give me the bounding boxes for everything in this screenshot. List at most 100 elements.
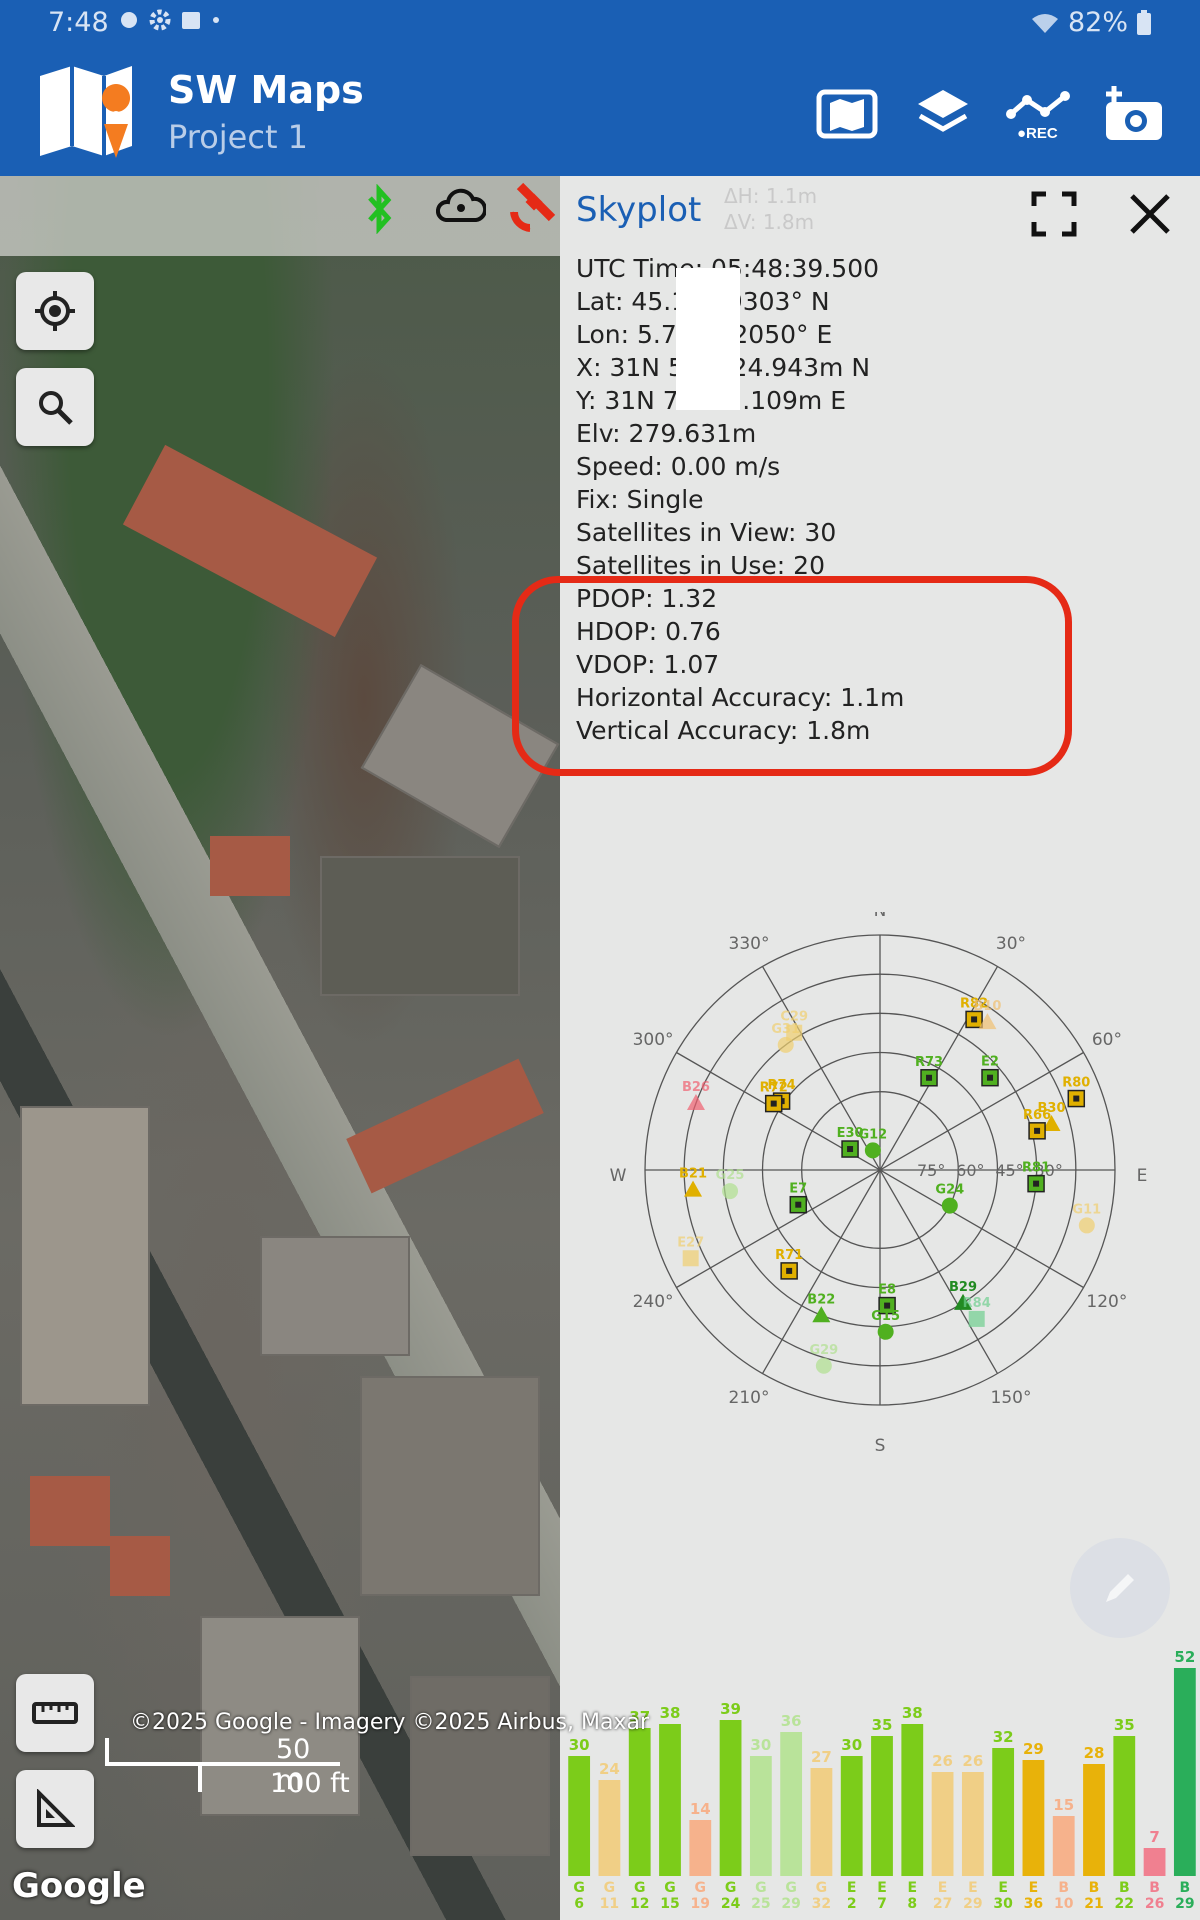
wifi-icon (1031, 13, 1058, 33)
calendar-icon (182, 12, 200, 29)
signal-bar-prn: 29 (1175, 1896, 1194, 1912)
building-roof (30, 1476, 110, 1546)
signal-bar-constellation: G (604, 1880, 616, 1896)
add-photo-button[interactable] (1098, 82, 1168, 146)
satellite-map[interactable]: 50 m 100 ft Google (0, 176, 560, 1920)
status-bar: 7:48 82% (0, 0, 1200, 48)
signal-bar-value: 35 (1114, 1716, 1135, 1734)
signal-bar (749, 1756, 772, 1876)
signal-bar-constellation: G (664, 1880, 676, 1896)
signal-bar-constellation: G (573, 1880, 585, 1896)
signal-bar-prn: 7 (877, 1896, 887, 1912)
signal-bar (810, 1768, 833, 1876)
map-book-icon (816, 89, 878, 139)
signal-bar-prn: 29 (963, 1896, 982, 1912)
signal-bar-e2: 30 E2 (840, 1736, 863, 1912)
signal-bar-b29: 52 B29 (1173, 1648, 1196, 1912)
google-logo: Google (12, 1866, 146, 1906)
signal-bar-prn: 15 (660, 1896, 679, 1912)
signal-bar-prn: 21 (1084, 1896, 1103, 1912)
record-track-button[interactable]: ●REC (1004, 82, 1074, 146)
signal-bar-prn: 30 (993, 1896, 1013, 1912)
signal-bar-b22: 35 B22 (1113, 1716, 1136, 1912)
signal-bar-constellation: G (634, 1880, 646, 1896)
signal-bar-constellation: E (847, 1880, 857, 1896)
signal-bar (1173, 1668, 1196, 1876)
ntrip-cloud-icon[interactable] (436, 186, 486, 226)
signal-bar-g15: 38 G15 (659, 1704, 681, 1912)
crosshair-icon (35, 291, 75, 331)
signal-bar-e30: 32 E30 (992, 1728, 1015, 1912)
notification-icons (118, 8, 222, 32)
settings-icon (149, 9, 171, 31)
layers-button[interactable] (908, 82, 978, 146)
project-name[interactable]: Project 1 (168, 118, 308, 156)
signal-bar-constellation: B (1119, 1880, 1130, 1896)
skyplot-panel: ΔH: 1.1m ΔV: 1.8m Skyplot UTC Time: 05:4… (512, 176, 1200, 1920)
signal-bar-value: 30 (750, 1736, 771, 1754)
dnd-icon (121, 12, 137, 28)
bluetooth-icon[interactable] (364, 184, 394, 234)
signal-bar-constellation: B (1058, 1880, 1069, 1896)
signal-bar-g25: 30 G25 (749, 1736, 772, 1912)
signal-bar (689, 1820, 712, 1876)
signal-bar-prn: 27 (933, 1896, 952, 1912)
svg-text:●REC: ●REC (1017, 125, 1058, 140)
signal-bar-b26: 7 B26 (1143, 1828, 1166, 1912)
signal-bar-prn: 29 (781, 1896, 800, 1912)
measure-length-button[interactable] (16, 1674, 94, 1752)
building (260, 1236, 410, 1356)
signal-bar-g6: 30 G6 (568, 1736, 591, 1912)
signal-bar-prn: 10 (1054, 1896, 1074, 1912)
signal-bar (568, 1756, 591, 1876)
signal-bar (1113, 1736, 1136, 1876)
signal-bar-prn: 25 (751, 1896, 770, 1912)
layers-icon (918, 90, 968, 132)
map-attribution: ©2025 Google - Imagery ©2025 Airbus, Max… (130, 1710, 649, 1735)
signal-bar (659, 1724, 681, 1876)
measure-area-button[interactable] (16, 1770, 94, 1848)
search-button[interactable] (16, 368, 94, 446)
signal-bar-value: 7 (1149, 1828, 1159, 1846)
signal-bar-prn: 22 (1115, 1896, 1134, 1912)
satellite-status-icon[interactable] (510, 180, 560, 232)
signal-bar-value: 38 (660, 1704, 681, 1722)
signal-bar-value: 30 (841, 1736, 862, 1754)
signal-bar-constellation: B (1089, 1880, 1100, 1896)
signal-bar-value: 24 (599, 1760, 620, 1778)
map-layers-button[interactable] (812, 82, 882, 146)
signal-strength-chart: 30G624G1137G1238G1514G1939G2430G2536G292… (568, 1648, 1196, 1912)
signal-bar-constellation: E (877, 1880, 887, 1896)
signal-bar (1143, 1848, 1166, 1876)
signal-bar-value: 27 (811, 1748, 832, 1766)
set-square-icon (37, 1789, 75, 1827)
battery-percent: 82% (1067, 7, 1128, 38)
signal-bar-e29: 26 E29 (961, 1752, 984, 1912)
signal-bar-g32: 27 G32 (810, 1748, 833, 1912)
signal-bar-prn: 2 (847, 1896, 857, 1912)
my-location-button[interactable] (16, 272, 94, 350)
signal-bar (780, 1732, 803, 1876)
camera-plus-icon (1106, 86, 1162, 140)
app-logo-icon (40, 66, 132, 158)
signal-bar-constellation: G (755, 1880, 767, 1896)
search-icon (39, 391, 73, 425)
signal-bar-constellation: B (1149, 1880, 1160, 1896)
app-bar: SW Maps Project 1 ●REC (0, 48, 1200, 176)
signal-bar-prn: 32 (812, 1896, 831, 1912)
signal-bar-constellation: E (968, 1880, 978, 1896)
building (320, 856, 520, 996)
signal-bar-prn: 11 (600, 1896, 619, 1912)
signal-bar (1052, 1816, 1075, 1876)
building-roof (110, 1536, 170, 1596)
ruler-icon (32, 1702, 78, 1724)
battery-icon (1137, 9, 1151, 35)
signal-bar-constellation: G (816, 1880, 828, 1896)
signal-bar-b10: 15 B10 (1052, 1796, 1075, 1912)
signal-bar-value: 26 (962, 1752, 983, 1770)
signal-bar (901, 1724, 924, 1876)
signal-bar-value: 38 (902, 1704, 923, 1722)
signal-bar-g24: 39 G24 (719, 1700, 742, 1912)
signal-bar (598, 1780, 621, 1876)
signal-bar-constellation: B (1180, 1880, 1191, 1896)
